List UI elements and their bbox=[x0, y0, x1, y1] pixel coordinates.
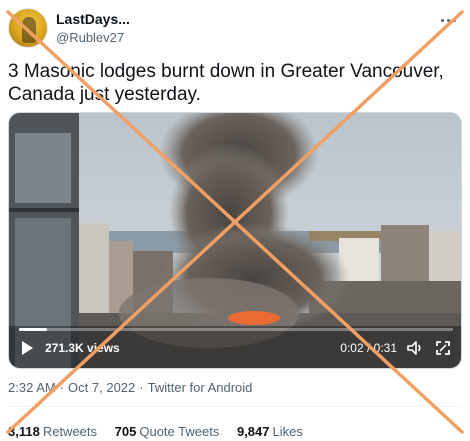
likes-count: 9,847 bbox=[236, 424, 270, 439]
quotes-label: Quote Tweets bbox=[139, 424, 220, 439]
fullscreen-icon[interactable] bbox=[433, 338, 453, 358]
video-progress-bar[interactable] bbox=[19, 328, 453, 331]
more-icon[interactable] bbox=[434, 10, 462, 30]
tweet-date[interactable]: Oct 7, 2022 bbox=[68, 380, 135, 395]
video-time: 0:02 / 0:31 bbox=[340, 341, 397, 355]
tweet-stats: 3,118 Retweets 705 Quote Tweets 9,847 Likes bbox=[8, 424, 317, 439]
tweet-time[interactable]: 2:32 AM bbox=[8, 380, 56, 395]
quote-tweets-stat[interactable]: 705 Quote Tweets bbox=[115, 424, 220, 439]
play-icon[interactable] bbox=[19, 340, 35, 356]
likes-stat[interactable]: 9,847 Likes bbox=[237, 424, 303, 439]
retweets-label: Retweets bbox=[42, 424, 98, 439]
video-player[interactable]: 271.3K views 0:02 / 0:31 bbox=[8, 112, 462, 369]
likes-label: Likes bbox=[272, 424, 303, 439]
user-handle[interactable]: @Rublev27 bbox=[56, 30, 124, 45]
volume-icon[interactable] bbox=[405, 338, 425, 358]
quotes-count: 705 bbox=[114, 424, 137, 439]
tweet-header: LastDays... @Rublev27 bbox=[8, 6, 462, 48]
retweets-count: 3,118 bbox=[8, 424, 40, 439]
video-views: 271.3K views bbox=[45, 341, 120, 355]
tweet-source[interactable]: Twitter for Android bbox=[148, 380, 253, 395]
video-controls: 271.3K views 0:02 / 0:31 bbox=[9, 324, 461, 368]
separator-dot: · bbox=[139, 380, 144, 395]
tweet-metadata: 2:32 AM · Oct 7, 2022 · Twitter for Android bbox=[8, 380, 252, 395]
retweets-stat[interactable]: 3,118 Retweets bbox=[8, 424, 97, 439]
tweet-text: 3 Masonic lodges burnt down in Greater V… bbox=[8, 61, 444, 105]
display-name[interactable]: LastDays... bbox=[56, 11, 130, 27]
divider bbox=[8, 406, 462, 407]
avatar[interactable] bbox=[8, 8, 48, 48]
video-progress-fill bbox=[19, 328, 48, 331]
separator-dot: · bbox=[59, 380, 65, 395]
